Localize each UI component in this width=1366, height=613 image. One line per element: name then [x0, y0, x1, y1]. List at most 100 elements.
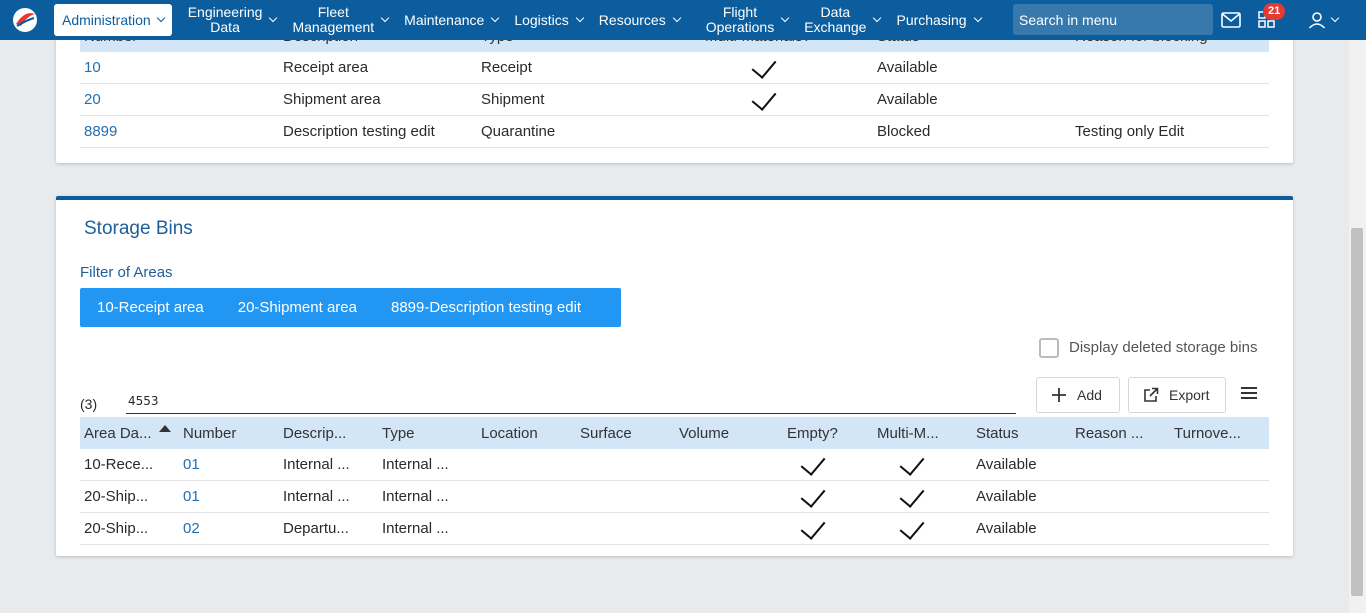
bin-type: Internal ...	[382, 488, 449, 505]
area-status: Available	[877, 91, 938, 108]
area-type: Shipment	[481, 91, 545, 108]
nav-label: Maintenance	[404, 11, 485, 28]
nav-flight-operations[interactable]: Flight Operations	[698, 5, 796, 35]
export-button[interactable]: Export	[1128, 377, 1226, 413]
sort-ascending-icon[interactable]	[159, 425, 171, 432]
bin-description: Internal ...	[283, 488, 350, 505]
row-count: (3)	[80, 396, 98, 412]
chevron-down-icon	[380, 13, 390, 23]
nav-engineering-data[interactable]: Engineering Data	[180, 5, 285, 35]
bin-description: Departu...	[283, 520, 349, 537]
user-icon	[1308, 12, 1326, 29]
nav-label-line2: Management	[292, 19, 375, 35]
checkmark-icon	[800, 482, 826, 508]
checkmark-icon	[899, 514, 925, 540]
area-status: Available	[877, 59, 938, 76]
col-multi[interactable]: Multi-M...	[877, 425, 939, 442]
table-row[interactable]: 20-Ship... 01 Internal ... Internal ... …	[80, 481, 1269, 513]
filter-chip[interactable]: 20-Shipment area	[221, 299, 374, 316]
bin-number-link[interactable]: 01	[183, 456, 200, 473]
export-button-label: Export	[1169, 387, 1210, 403]
col-reason[interactable]: Reason ...	[1075, 425, 1143, 442]
mail-icon[interactable]	[1219, 8, 1243, 32]
table-row[interactable]: 8899 Description testing edit Quarantine…	[80, 116, 1269, 148]
nav-label: Logistics	[514, 11, 569, 28]
notification-badge: 21	[1263, 3, 1286, 20]
chevron-down-icon	[1330, 13, 1340, 23]
nav-data-exchange[interactable]: Data Exchange	[796, 5, 888, 35]
chevron-down-icon	[491, 13, 500, 23]
checkmark-icon	[800, 450, 826, 476]
chevron-down-icon	[156, 13, 165, 23]
bin-area: 10-Rece...	[84, 456, 154, 473]
col-status[interactable]: Status	[976, 425, 1019, 442]
nav-label-line2: Operations	[705, 19, 775, 35]
col-empty[interactable]: Empty?	[787, 425, 838, 442]
display-deleted-checkbox[interactable]	[1039, 338, 1059, 358]
add-button[interactable]: Add	[1036, 377, 1120, 413]
nav-maintenance[interactable]: Maintenance	[396, 11, 506, 28]
chevron-down-icon	[672, 13, 681, 23]
page-scrollbar-thumb[interactable]	[1351, 228, 1363, 596]
bin-area: 20-Ship...	[84, 520, 149, 537]
area-type: Quarantine	[481, 123, 556, 140]
chevron-down-icon	[269, 13, 278, 23]
bin-number-link[interactable]: 02	[183, 520, 200, 537]
checkmark-icon	[751, 53, 777, 79]
nav-logistics[interactable]: Logistics	[506, 11, 590, 28]
area-description: Receipt area	[283, 59, 369, 76]
display-deleted-label[interactable]: Display deleted storage bins	[1069, 339, 1257, 356]
col-area[interactable]: Area Da...	[84, 425, 152, 442]
nav-label-line2: Exchange	[804, 19, 867, 35]
checkmark-icon	[899, 482, 925, 508]
nav-label: Purchasing	[896, 11, 967, 28]
bin-area: 20-Ship...	[84, 488, 149, 505]
app-logo[interactable]	[0, 0, 50, 40]
nav-label-line1: Flight	[722, 4, 758, 20]
col-turnover[interactable]: Turnove...	[1174, 425, 1241, 442]
user-menu[interactable]	[1306, 8, 1340, 32]
menu-icon[interactable]	[1241, 387, 1257, 399]
area-filter-chips: 10-Receipt area 20-Shipment area 8899-De…	[80, 288, 621, 327]
menu-search-input[interactable]: Search in menu	[1013, 4, 1213, 35]
checkmark-icon	[751, 85, 777, 111]
filter-chip[interactable]: 10-Receipt area	[80, 299, 221, 316]
nav-resources[interactable]: Resources	[591, 11, 688, 28]
nav-label-line1: Engineering	[187, 4, 263, 20]
col-number[interactable]: Number	[183, 425, 236, 442]
area-number-link[interactable]: 10	[84, 59, 101, 76]
col-location[interactable]: Location	[481, 425, 538, 442]
area-number-link[interactable]: 8899	[84, 123, 117, 140]
col-surface[interactable]: Surface	[580, 425, 632, 442]
bin-type: Internal ...	[382, 456, 449, 473]
nav-label-line1: Data	[820, 4, 851, 20]
bin-status: Available	[976, 488, 1037, 505]
bin-status: Available	[976, 520, 1037, 537]
filter-label: Filter of Areas	[80, 264, 173, 281]
filter-chip[interactable]: 8899-Description testing edit	[374, 299, 598, 316]
col-description[interactable]: Descrip...	[283, 425, 346, 442]
bin-number-link[interactable]: 01	[183, 488, 200, 505]
nav-administration[interactable]: Administration	[54, 4, 172, 36]
chevron-down-icon	[873, 13, 882, 23]
nav-fleet-management[interactable]: Fleet Management	[284, 5, 396, 35]
bins-table-header: Area Da... Number Descrip... Type Locati…	[80, 417, 1269, 449]
table-row[interactable]: 20 Shipment area Shipment Available	[80, 84, 1269, 116]
table-search-input[interactable]: 4553	[126, 394, 1016, 414]
table-row[interactable]: 20-Ship... 02 Departu... Internal ... Av…	[80, 513, 1269, 545]
area-type: Receipt	[481, 59, 532, 76]
col-type[interactable]: Type	[382, 425, 415, 442]
panel-title: Storage Bins	[84, 218, 193, 239]
area-number-link[interactable]: 20	[84, 91, 101, 108]
nav-label: Resources	[598, 11, 666, 28]
logo-icon	[13, 8, 37, 32]
area-status: Blocked	[877, 123, 931, 140]
storage-bins-panel: Storage Bins Filter of Areas 10-Receipt …	[56, 196, 1293, 556]
table-row[interactable]: 10-Rece... 01 Internal ... Internal ... …	[80, 449, 1269, 481]
nav-purchasing[interactable]: Purchasing	[888, 11, 988, 28]
col-volume[interactable]: Volume	[679, 425, 729, 442]
bin-status: Available	[976, 456, 1037, 473]
plus-icon	[1052, 388, 1066, 402]
chevron-down-icon	[973, 13, 982, 23]
table-row[interactable]: 10 Receipt area Receipt Available	[80, 52, 1269, 84]
